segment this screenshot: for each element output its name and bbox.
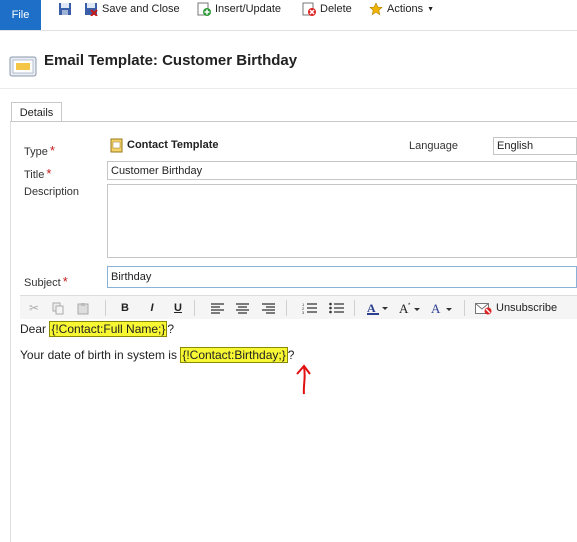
toolbar-divider [354, 300, 355, 316]
header-divider [0, 88, 577, 89]
bulleted-list-icon[interactable] [327, 299, 345, 317]
insert-update-button[interactable]: Insert/Update [197, 0, 281, 18]
annotation-arrow-icon [296, 364, 311, 395]
align-right-icon[interactable] [260, 299, 276, 317]
required-indicator: * [62, 274, 68, 289]
language-label: Language [409, 140, 458, 152]
body-line-1: Dear {!Contact:Full Name;}? [20, 321, 175, 337]
save-and-close-button[interactable]: Save and Close [84, 0, 180, 18]
font-size-icon[interactable]: A * [398, 299, 422, 317]
save-close-icon [85, 3, 98, 16]
ribbon: File Save and Close Insert/Update Delete… [0, 0, 577, 31]
file-button[interactable]: File [0, 0, 41, 30]
copy-icon[interactable] [50, 299, 66, 317]
save-icon [59, 3, 71, 15]
description-field[interactable] [107, 184, 577, 258]
bold-button[interactable]: B [118, 299, 132, 317]
align-left-icon[interactable] [209, 299, 225, 317]
type-label: Type * [24, 143, 55, 158]
email-body-editor[interactable]: Dear {!Contact:Full Name;}? Your date of… [20, 319, 577, 542]
cut-icon[interactable]: ✂ [26, 299, 42, 317]
body-line-2: Your date of birth in system is {!Contac… [20, 347, 295, 363]
font-color-icon[interactable]: A [430, 299, 454, 317]
actions-button[interactable]: Actions ▼ [369, 0, 434, 18]
required-indicator: * [49, 143, 55, 158]
editor-toolbar: ✂ B I U 123 A A * A Unsubscribe [20, 295, 577, 321]
insert-update-icon [197, 2, 211, 16]
numbered-list-icon[interactable]: 123 [300, 299, 318, 317]
unsubscribe-button[interactable]: Unsubscribe [475, 299, 557, 317]
page-title: Email Template: Customer Birthday [44, 52, 298, 69]
svg-text:3: 3 [302, 310, 305, 314]
highlight-color-icon[interactable]: A [366, 299, 390, 317]
svg-text:*: * [408, 303, 411, 309]
title-field[interactable]: Customer Birthday [107, 161, 577, 180]
unsubscribe-icon [475, 302, 492, 314]
underline-button[interactable]: U [171, 299, 185, 317]
paste-icon[interactable] [75, 299, 91, 317]
contact-template-icon [110, 138, 123, 153]
required-indicator: * [46, 166, 52, 181]
actions-icon [369, 2, 383, 16]
svg-text:A: A [431, 301, 441, 315]
italic-button[interactable]: I [145, 299, 159, 317]
toolbar-divider [194, 300, 195, 316]
email-template-icon [9, 56, 37, 77]
toolbar-divider [105, 300, 106, 316]
save-button[interactable] [58, 0, 72, 18]
delete-label: Delete [320, 3, 352, 15]
toolbar-divider [286, 300, 287, 316]
placeholder-birthday[interactable]: {!Contact:Birthday;} [180, 347, 288, 363]
subject-field[interactable]: Birthday [107, 266, 577, 288]
type-value: Contact Template [127, 139, 219, 151]
delete-icon [302, 2, 316, 16]
language-select[interactable]: English [493, 137, 577, 155]
svg-text:A: A [367, 301, 376, 315]
placeholder-full-name[interactable]: {!Contact:Full Name;} [49, 321, 168, 337]
subject-label: Subject * [24, 274, 68, 289]
delete-button[interactable]: Delete [302, 0, 352, 18]
chevron-down-icon: ▼ [427, 5, 435, 13]
save-and-close-label: Save and Close [102, 3, 180, 15]
insert-update-label: Insert/Update [215, 3, 282, 15]
toolbar-divider [464, 300, 465, 316]
title-label: Title * [24, 166, 52, 181]
tab-details[interactable]: Details [11, 102, 62, 122]
align-center-icon[interactable] [234, 299, 250, 317]
unsubscribe-label: Unsubscribe [496, 302, 558, 314]
actions-label: Actions [387, 3, 424, 15]
description-label: Description [24, 186, 80, 198]
